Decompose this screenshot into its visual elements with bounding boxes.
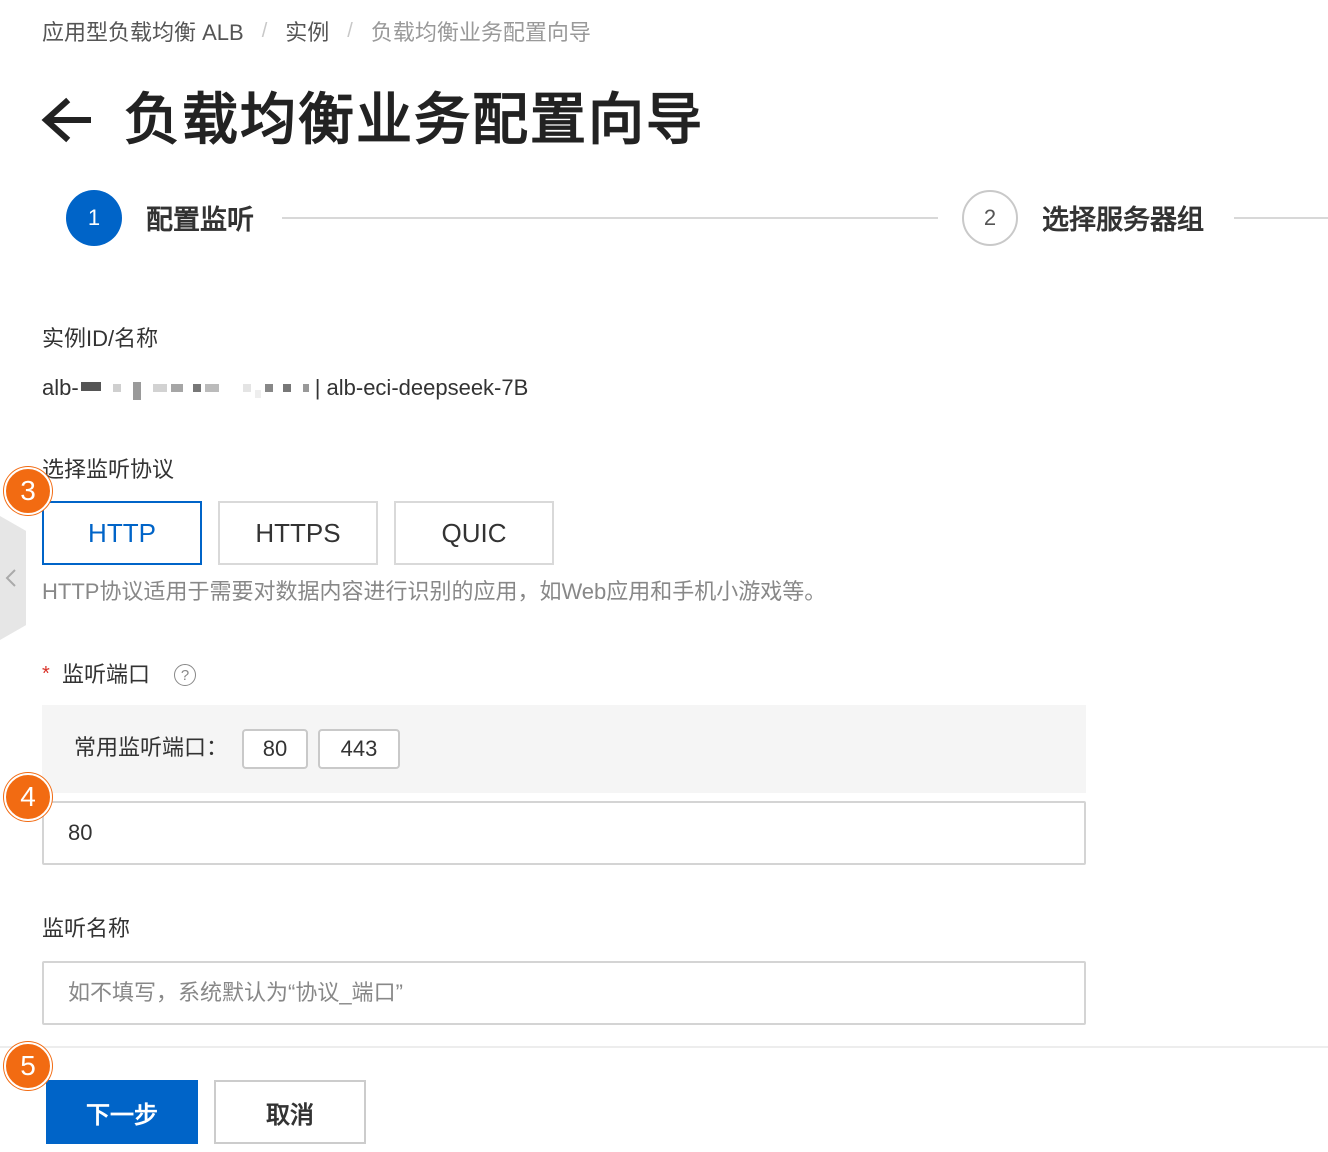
footer-divider [0,1046,1328,1048]
annotation-marker-5: 5 [4,1042,52,1090]
step-1-indicator: 1 [66,190,122,246]
annotation-marker-4: 4 [4,773,52,821]
port-chip-443[interactable]: 443 [318,729,400,769]
step-connector [1234,217,1328,219]
port-input[interactable] [42,801,1086,865]
next-step-button[interactable]: 下一步 [46,1080,198,1144]
listener-name-input[interactable] [42,961,1086,1025]
breadcrumb-separator: / [261,19,268,42]
page-title: 负载均衡业务配置向导 [124,88,704,151]
redacted-id-mask [80,382,309,400]
protocol-quic-button[interactable]: QUIC [394,501,554,565]
annotation-marker-3: 3 [4,467,52,515]
breadcrumb-separator: / [347,19,353,42]
breadcrumb: 应用型负载均衡 ALB / 实例 / 负载均衡业务配置向导 [42,14,591,48]
step-1-label: 配置监听 [146,205,254,235]
port-label: 监听端口 [62,662,151,687]
breadcrumb-item-alb[interactable]: 应用型负载均衡 ALB [42,15,244,47]
protocol-description: HTTP协议适用于需要对数据内容进行识别的应用，如Web应用和手机小游戏等。 [42,579,827,604]
port-chip-80[interactable]: 80 [242,729,308,769]
listener-name-label: 监听名称 [42,916,131,941]
instance-id-prefix: alb- [42,375,79,400]
protocol-label: 选择监听协议 [42,457,175,482]
common-ports-panel: 常用监听端口： 80 443 [42,705,1086,793]
required-mark: * [42,663,50,685]
instance-value: alb- | alb-eci-deepseek-7B [42,372,528,404]
help-icon[interactable]: ? [174,664,196,686]
instance-name: | alb-eci-deepseek-7B [314,375,529,400]
sidebar-collapse-handle[interactable] [0,516,26,640]
step-2-label: 选择服务器组 [1042,205,1204,235]
breadcrumb-item-instances[interactable]: 实例 [285,15,329,47]
back-arrow-icon[interactable] [40,96,92,144]
chevron-left-icon [5,569,16,587]
protocol-https-button[interactable]: HTTPS [218,501,378,565]
common-ports-title: 常用监听端口： [74,735,229,760]
step-connector [282,217,938,219]
instance-label: 实例ID/名称 [42,326,159,351]
cancel-button[interactable]: 取消 [214,1080,366,1144]
protocol-http-button[interactable]: HTTP [42,501,202,565]
breadcrumb-item-current: 负载均衡业务配置向导 [370,20,591,45]
step-2-indicator: 2 [962,190,1018,246]
